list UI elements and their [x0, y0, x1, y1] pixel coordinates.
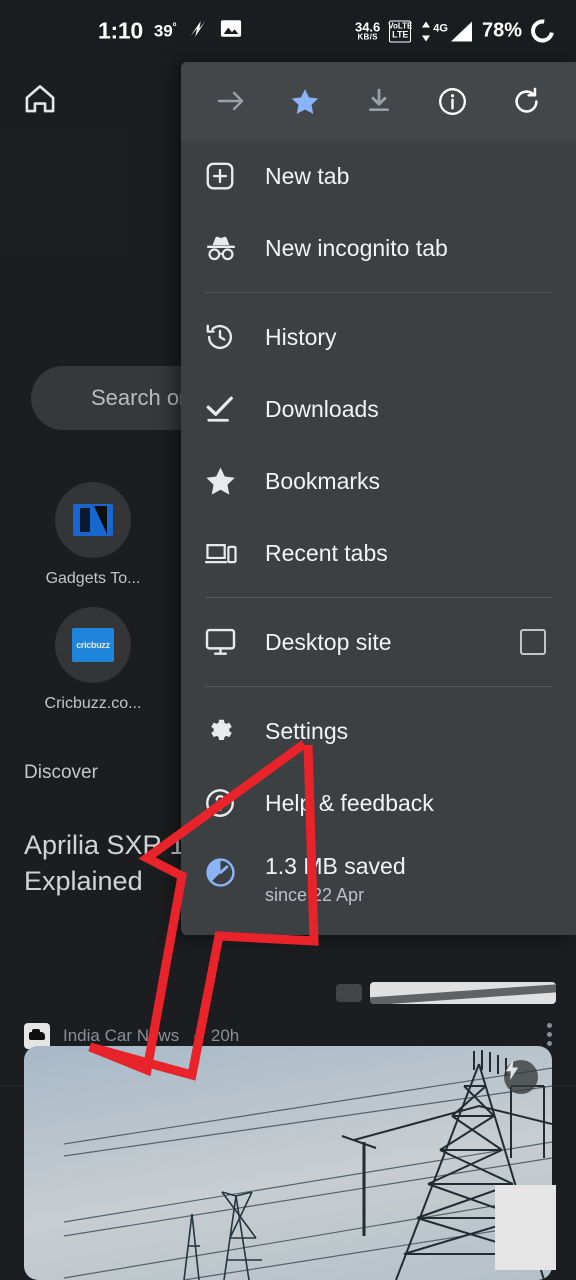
- page-info-icon[interactable]: [430, 79, 474, 123]
- menu-item-data-saver[interactable]: 1.3 MB saved since 22 Apr: [181, 839, 576, 935]
- menu-item-help-feedback[interactable]: Help & feedback: [181, 767, 576, 839]
- help-circle-icon: [205, 788, 249, 818]
- battery-percent: 78%: [481, 19, 522, 42]
- menu-item-recent-tabs[interactable]: Recent tabs: [181, 517, 576, 589]
- desktop-monitor-icon: [205, 628, 249, 656]
- menu-divider: [205, 292, 552, 293]
- menu-item-downloads[interactable]: Downloads: [181, 373, 576, 445]
- image-icon: [220, 19, 242, 44]
- navigation-arrow-icon: [187, 18, 209, 45]
- desktop-site-checkbox[interactable]: [520, 629, 546, 655]
- menu-item-label: New incognito tab: [265, 234, 448, 261]
- menu-divider: [205, 597, 552, 598]
- menu-top-actions: [181, 62, 576, 140]
- menu-item-label: History: [265, 323, 337, 350]
- status-bar-right: 34.6 KB/S VoLTE LTE 4G 78%: [354, 14, 559, 48]
- menu-divider: [205, 686, 552, 687]
- menu-item-label: Bookmarks: [265, 467, 381, 494]
- menu-item-label: New tab: [265, 162, 350, 189]
- net-speed-indicator: 34.6 KB/S: [354, 19, 381, 42]
- network-type-label: 4G: [433, 22, 448, 34]
- status-bar: 1:10 39º 34.6 KB/S VoLTE LTE 4G 78%: [0, 0, 576, 62]
- download-icon[interactable]: [357, 79, 401, 123]
- menu-item-label: Downloads: [265, 395, 379, 422]
- menu-item-history[interactable]: History: [181, 301, 576, 373]
- menu-item-new-incognito-tab[interactable]: New incognito tab: [181, 212, 576, 284]
- recent-tabs-icon: [205, 541, 249, 566]
- gear-icon: [205, 716, 249, 746]
- downloads-icon: [205, 395, 249, 423]
- new-tab-icon: [205, 161, 249, 191]
- incognito-icon: [205, 235, 249, 261]
- data-saver-subtitle: since 22 Apr: [265, 885, 365, 905]
- reload-icon[interactable]: [504, 79, 548, 123]
- signal-icon: 4G: [420, 20, 473, 42]
- forward-icon[interactable]: [209, 79, 253, 123]
- star-icon[interactable]: [283, 79, 327, 123]
- history-icon: [205, 322, 249, 352]
- menu-item-label: Settings: [265, 717, 349, 744]
- status-temperature: 39º: [153, 21, 177, 40]
- menu-item-label: Desktop site: [265, 628, 392, 655]
- status-bar-left: 1:10 39º: [98, 18, 242, 45]
- volte-icon: VoLTE LTE: [388, 20, 412, 42]
- menu-item-settings[interactable]: Settings: [181, 695, 576, 767]
- menu-item-desktop-site[interactable]: Desktop site: [181, 606, 576, 678]
- data-saver-title: 1.3 MB saved: [265, 853, 406, 879]
- menu-item-label: Help & feedback: [265, 789, 434, 816]
- menu-item-bookmarks[interactable]: Bookmarks: [181, 445, 576, 517]
- battery-ring-icon: [526, 14, 559, 48]
- bookmarks-star-icon: [205, 466, 249, 496]
- data-saver-gauge-icon: [205, 857, 249, 888]
- browser-overflow-menu: New tab New incognito tab History Downlo…: [181, 62, 576, 935]
- status-time: 1:10: [98, 17, 143, 44]
- menu-item-new-tab[interactable]: New tab: [181, 140, 576, 212]
- menu-item-label: Recent tabs: [265, 539, 388, 566]
